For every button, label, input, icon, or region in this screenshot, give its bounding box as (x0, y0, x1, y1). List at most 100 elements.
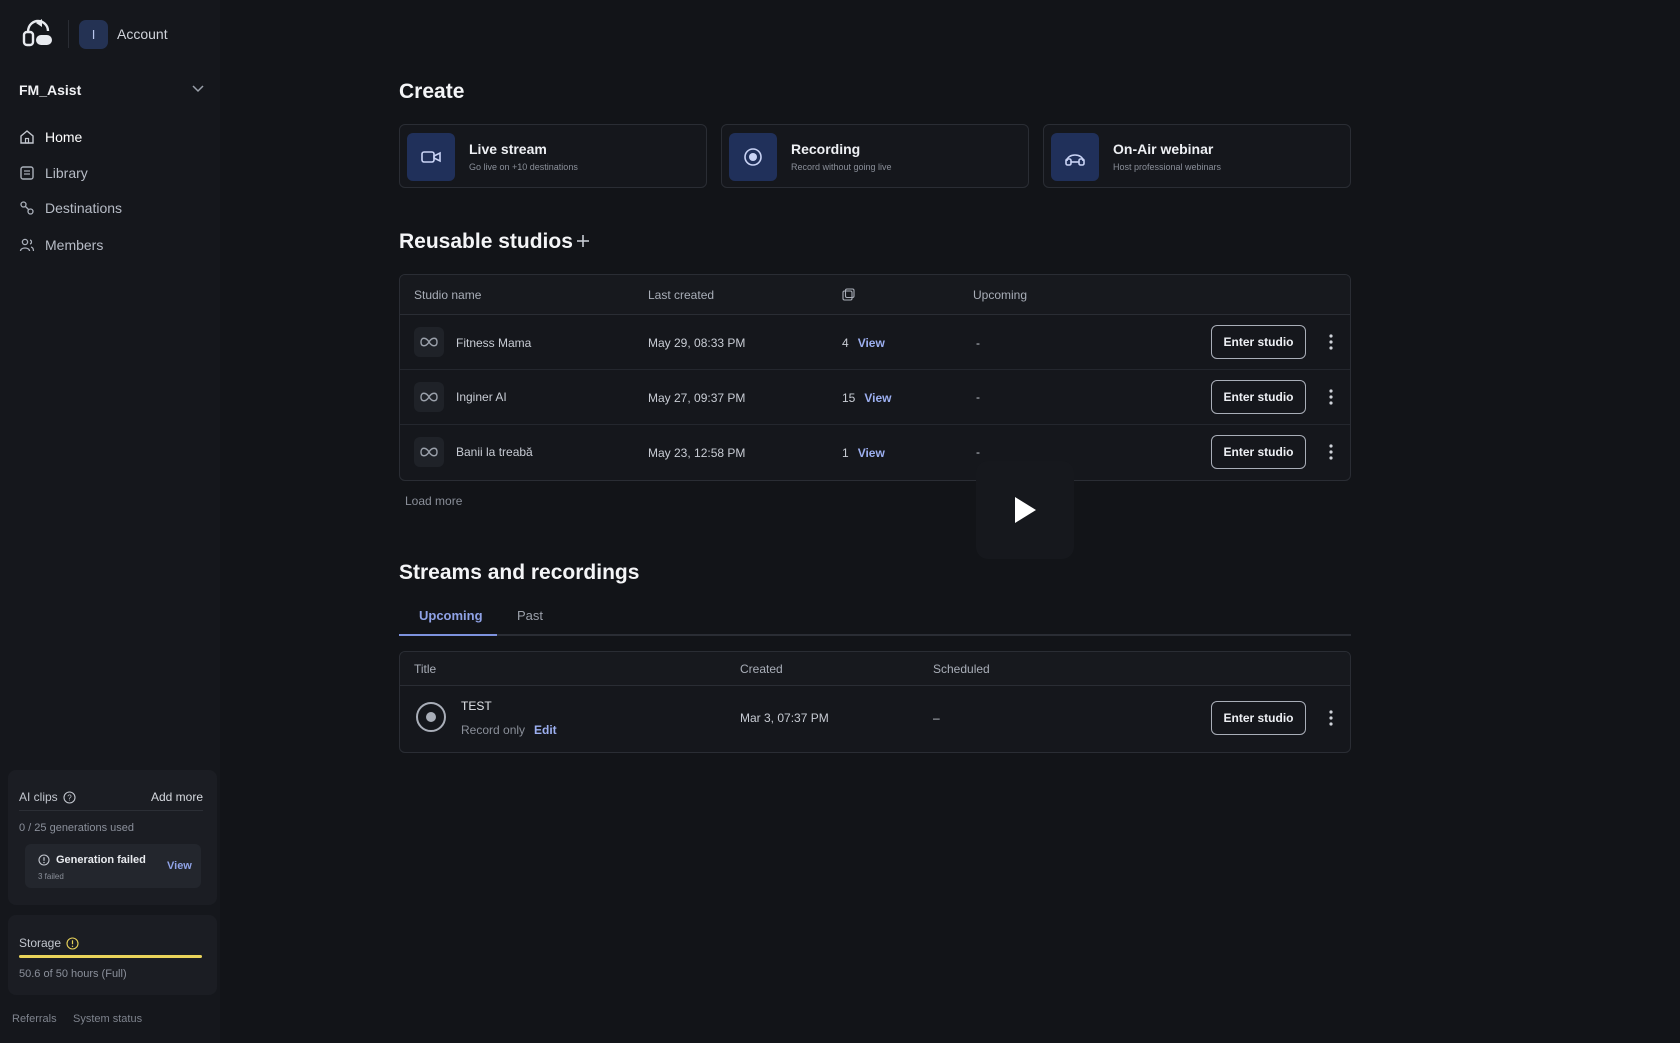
storage-panel: Storage 50.6 of 50 hours (Full) (8, 915, 217, 995)
column-header-scheduled: Scheduled (933, 662, 990, 676)
webinar-icon (1051, 133, 1099, 181)
storage-progress-fill (19, 955, 202, 958)
last-created: May 27, 09:37 PM (648, 391, 746, 405)
sidebar: I Account FM_Asist Home Library Destinat… (0, 0, 220, 1043)
enter-studio-button[interactable]: Enter studio (1211, 380, 1306, 414)
storage-label: Storage (19, 936, 62, 950)
table-header: Title Created Scheduled (400, 652, 1350, 686)
chevron-down-icon[interactable] (191, 81, 205, 95)
storage-usage: 50.6 of 50 hours (Full) (19, 968, 127, 980)
sidebar-item-library[interactable]: Library (19, 162, 88, 184)
upcoming-value: - (976, 445, 980, 459)
play-icon (1015, 497, 1036, 523)
live-stream-card[interactable]: Live stream Go live on +10 destinations (399, 124, 707, 188)
account-avatar[interactable]: I (79, 20, 108, 49)
storage-title: Storage (19, 936, 79, 950)
warning-icon (38, 854, 50, 866)
load-more-button[interactable]: Load more (405, 494, 462, 508)
card-title: Recording (791, 141, 861, 157)
tab-upcoming[interactable]: Upcoming (419, 608, 483, 623)
divider (68, 20, 69, 48)
system-status-link[interactable]: System status (73, 1013, 142, 1025)
streams-tabs: Upcoming Past (399, 602, 1351, 636)
stream-title: TEST (461, 699, 492, 713)
table-row: Fitness Mama May 29, 08:33 PM 4 View - En… (400, 315, 1350, 370)
app-logo-icon[interactable] (21, 18, 55, 48)
card-title: On-Air webinar (1113, 141, 1214, 157)
card-subtitle: Go live on +10 destinations (469, 162, 578, 172)
video-camera-icon (407, 133, 455, 181)
more-options-icon[interactable] (1325, 708, 1337, 728)
tab-past[interactable]: Past (517, 608, 543, 623)
sidebar-item-label: Home (45, 129, 83, 145)
generation-failed-view-link[interactable]: View (167, 860, 192, 872)
workspace-name[interactable]: FM_Asist (19, 82, 81, 98)
column-header-studio-name: Studio name (414, 288, 482, 302)
column-header-last-created: Last created (648, 288, 715, 302)
account-link[interactable]: Account (117, 26, 168, 42)
scheduled-value: – (933, 711, 940, 725)
library-icon (20, 166, 34, 180)
studio-name: Inginer AI (456, 390, 507, 404)
view-link[interactable]: View (864, 391, 891, 405)
destinations-icon (20, 201, 34, 215)
created-value: Mar 3, 07:37 PM (740, 711, 829, 725)
sidebar-item-label: Destinations (45, 200, 123, 216)
record-icon (416, 702, 446, 732)
upcoming-value: - (976, 390, 980, 404)
storage-progress-bar (19, 955, 202, 958)
column-header-title: Title (414, 662, 437, 676)
copies-icon (842, 288, 855, 301)
more-options-icon[interactable] (1325, 387, 1337, 407)
studio-name: Fitness Mama (456, 336, 532, 350)
add-more-button[interactable]: Add more (151, 790, 203, 804)
card-subtitle: Host professional webinars (1113, 162, 1222, 172)
streams-recordings-heading: Streams and recordings (399, 561, 640, 584)
infinity-icon (414, 327, 444, 357)
sidebar-item-members[interactable]: Members (19, 234, 103, 256)
sidebar-item-destinations[interactable]: Destinations (19, 197, 122, 219)
table-row: Banii la treabă May 23, 12:58 PM 1 View -… (400, 425, 1350, 480)
view-link[interactable]: View (858, 336, 885, 350)
studio-name: Banii la treabă (456, 445, 533, 459)
on-air-webinar-card[interactable]: On-Air webinar Host professional webinar… (1043, 124, 1351, 188)
generation-failed-title: Generation failed (56, 854, 146, 866)
create-heading: Create (399, 80, 465, 103)
enter-studio-button[interactable]: Enter studio (1211, 701, 1306, 735)
play-button[interactable] (976, 461, 1074, 559)
generation-failed-count: 3 failed (38, 872, 64, 881)
help-icon[interactable]: ? (63, 790, 76, 804)
recording-card[interactable]: Recording Record without going live (721, 124, 1029, 188)
generation-failed-card: Generation failed 3 failed View (25, 844, 201, 888)
stream-type: Record only (461, 723, 526, 737)
reusable-studios-heading: Reusable studios (399, 230, 573, 253)
ai-clips-title: AI clips ? (19, 790, 76, 804)
view-link[interactable]: View (858, 446, 885, 460)
last-created: May 23, 12:58 PM (648, 446, 746, 460)
column-header-created: Created (740, 662, 783, 676)
infinity-icon (414, 437, 444, 467)
members-icon (19, 238, 35, 252)
studios-table: Studio name Last created Upcoming Fitnes… (399, 274, 1351, 481)
more-options-icon[interactable] (1325, 332, 1337, 352)
table-row: TEST Record only Edit Mar 3, 07:37 PM – … (400, 686, 1350, 752)
upcoming-value: - (976, 336, 980, 350)
add-studio-button[interactable] (575, 233, 591, 249)
ai-clips-usage: 0 / 25 generations used (19, 822, 134, 834)
referrals-link[interactable]: Referrals (12, 1013, 57, 1025)
ai-clips-label: AI clips (19, 790, 58, 804)
more-options-icon[interactable] (1325, 442, 1337, 462)
streams-table: Title Created Scheduled TEST Record only… (399, 651, 1351, 753)
enter-studio-button[interactable]: Enter studio (1211, 435, 1306, 469)
divider (19, 810, 203, 811)
info-icon[interactable] (66, 936, 79, 950)
infinity-icon (414, 382, 444, 412)
table-row: Inginer AI May 27, 09:37 PM 15 View - Ent… (400, 370, 1350, 425)
sidebar-item-home[interactable]: Home (19, 126, 82, 148)
svg-text:?: ? (67, 793, 72, 802)
enter-studio-button[interactable]: Enter studio (1211, 325, 1306, 359)
home-icon (20, 130, 34, 144)
column-header-upcoming: Upcoming (973, 288, 1028, 302)
sidebar-item-label: Members (45, 237, 104, 253)
edit-link[interactable]: Edit (534, 723, 557, 737)
